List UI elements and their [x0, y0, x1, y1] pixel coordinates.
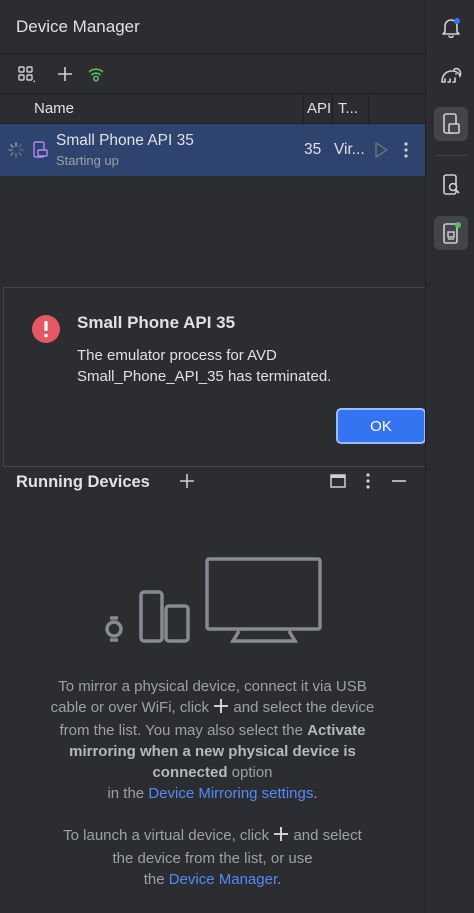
device-mirroring-settings-link[interactable]: Device Mirroring settings	[148, 785, 313, 802]
mirror-text: option	[231, 764, 273, 781]
more-options-icon[interactable]	[398, 141, 414, 164]
mirror-instructions: To mirror a physical device, connect it …	[0, 676, 425, 804]
running-devices-title: Running Devices	[16, 473, 150, 491]
device-explorer-icon[interactable]	[434, 168, 468, 202]
wifi-pairing-icon[interactable]	[84, 62, 108, 86]
column-divider[interactable]	[303, 94, 304, 124]
dialog-title: Small Phone API 35	[77, 313, 236, 332]
device-manager-panel: Device Manager Name API T... Small Phone…	[0, 0, 445, 913]
column-divider[interactable]	[368, 94, 369, 124]
mirror-bold-text: connected	[152, 764, 228, 781]
ok-button[interactable]: OK	[336, 408, 426, 444]
run-icon[interactable]	[373, 141, 389, 164]
toolbar	[0, 54, 425, 94]
column-name[interactable]: Name	[34, 100, 74, 117]
device-type: Vir...	[334, 141, 365, 158]
error-icon	[31, 314, 61, 349]
right-tool-rail	[425, 0, 474, 913]
launch-text: To launch a virtual device, click	[63, 827, 270, 844]
launch-text: .	[277, 871, 282, 888]
mirror-text: in the	[107, 785, 145, 802]
maximize-window-icon[interactable]	[329, 472, 347, 495]
mirror-bold-text: Activate	[307, 722, 366, 739]
launch-instructions: To launch a virtual device, click and se…	[0, 825, 425, 890]
dialog-message-line: The emulator process for AVD	[77, 347, 277, 364]
group-icon[interactable]	[14, 62, 38, 86]
device-status: Starting up	[56, 153, 119, 168]
device-api: 35	[304, 141, 322, 158]
notifications-icon[interactable]	[434, 10, 468, 44]
launch-text: and select	[293, 827, 362, 844]
dialog-message: The emulator process for AVD Small_Phone…	[77, 345, 417, 387]
add-icon	[213, 698, 229, 720]
device-table-header: Name API T...	[0, 94, 425, 124]
virtual-device-icon	[32, 141, 48, 164]
column-type[interactable]: T...	[338, 100, 358, 117]
running-devices-header: Running Devices	[0, 467, 425, 497]
mirror-text: .	[313, 785, 318, 802]
mirror-text: cable or over WiFi, click	[50, 699, 210, 716]
panel-title: Device Manager	[16, 16, 140, 36]
running-devices-icon[interactable]	[434, 216, 468, 250]
launch-text: the	[143, 871, 165, 888]
device-row[interactable]: Small Phone API 35 Starting up 35 Vir...	[0, 124, 425, 176]
loading-spinner-icon	[8, 142, 24, 163]
minimize-icon[interactable]	[390, 472, 408, 495]
panel-header: Device Manager	[0, 0, 425, 54]
mirror-bold-text: mirroring when a new physical device is	[69, 743, 356, 760]
devices-illustration	[102, 556, 324, 651]
mirror-text: from the list. You may also select the	[59, 722, 303, 739]
add-icon	[273, 826, 289, 848]
more-options-icon[interactable]	[359, 472, 377, 495]
launch-text: the device from the list, or use	[112, 850, 313, 867]
gradle-elephant-icon[interactable]	[434, 58, 468, 92]
column-divider[interactable]	[332, 94, 333, 124]
mirror-text: and select the device	[233, 699, 375, 716]
error-dialog: Small Phone API 35 The emulator process …	[3, 287, 445, 467]
add-icon[interactable]	[53, 62, 77, 86]
device-manager-link[interactable]: Device Manager	[169, 871, 277, 888]
rail-divider	[436, 155, 466, 156]
device-name: Small Phone API 35	[56, 132, 194, 149]
column-api[interactable]: API	[307, 100, 331, 117]
dialog-message-line: Small_Phone_API_35 has terminated.	[77, 368, 332, 385]
add-device-icon[interactable]	[178, 472, 196, 495]
mirror-text: To mirror a physical device, connect it …	[58, 678, 367, 695]
device-manager-icon[interactable]	[434, 107, 468, 141]
